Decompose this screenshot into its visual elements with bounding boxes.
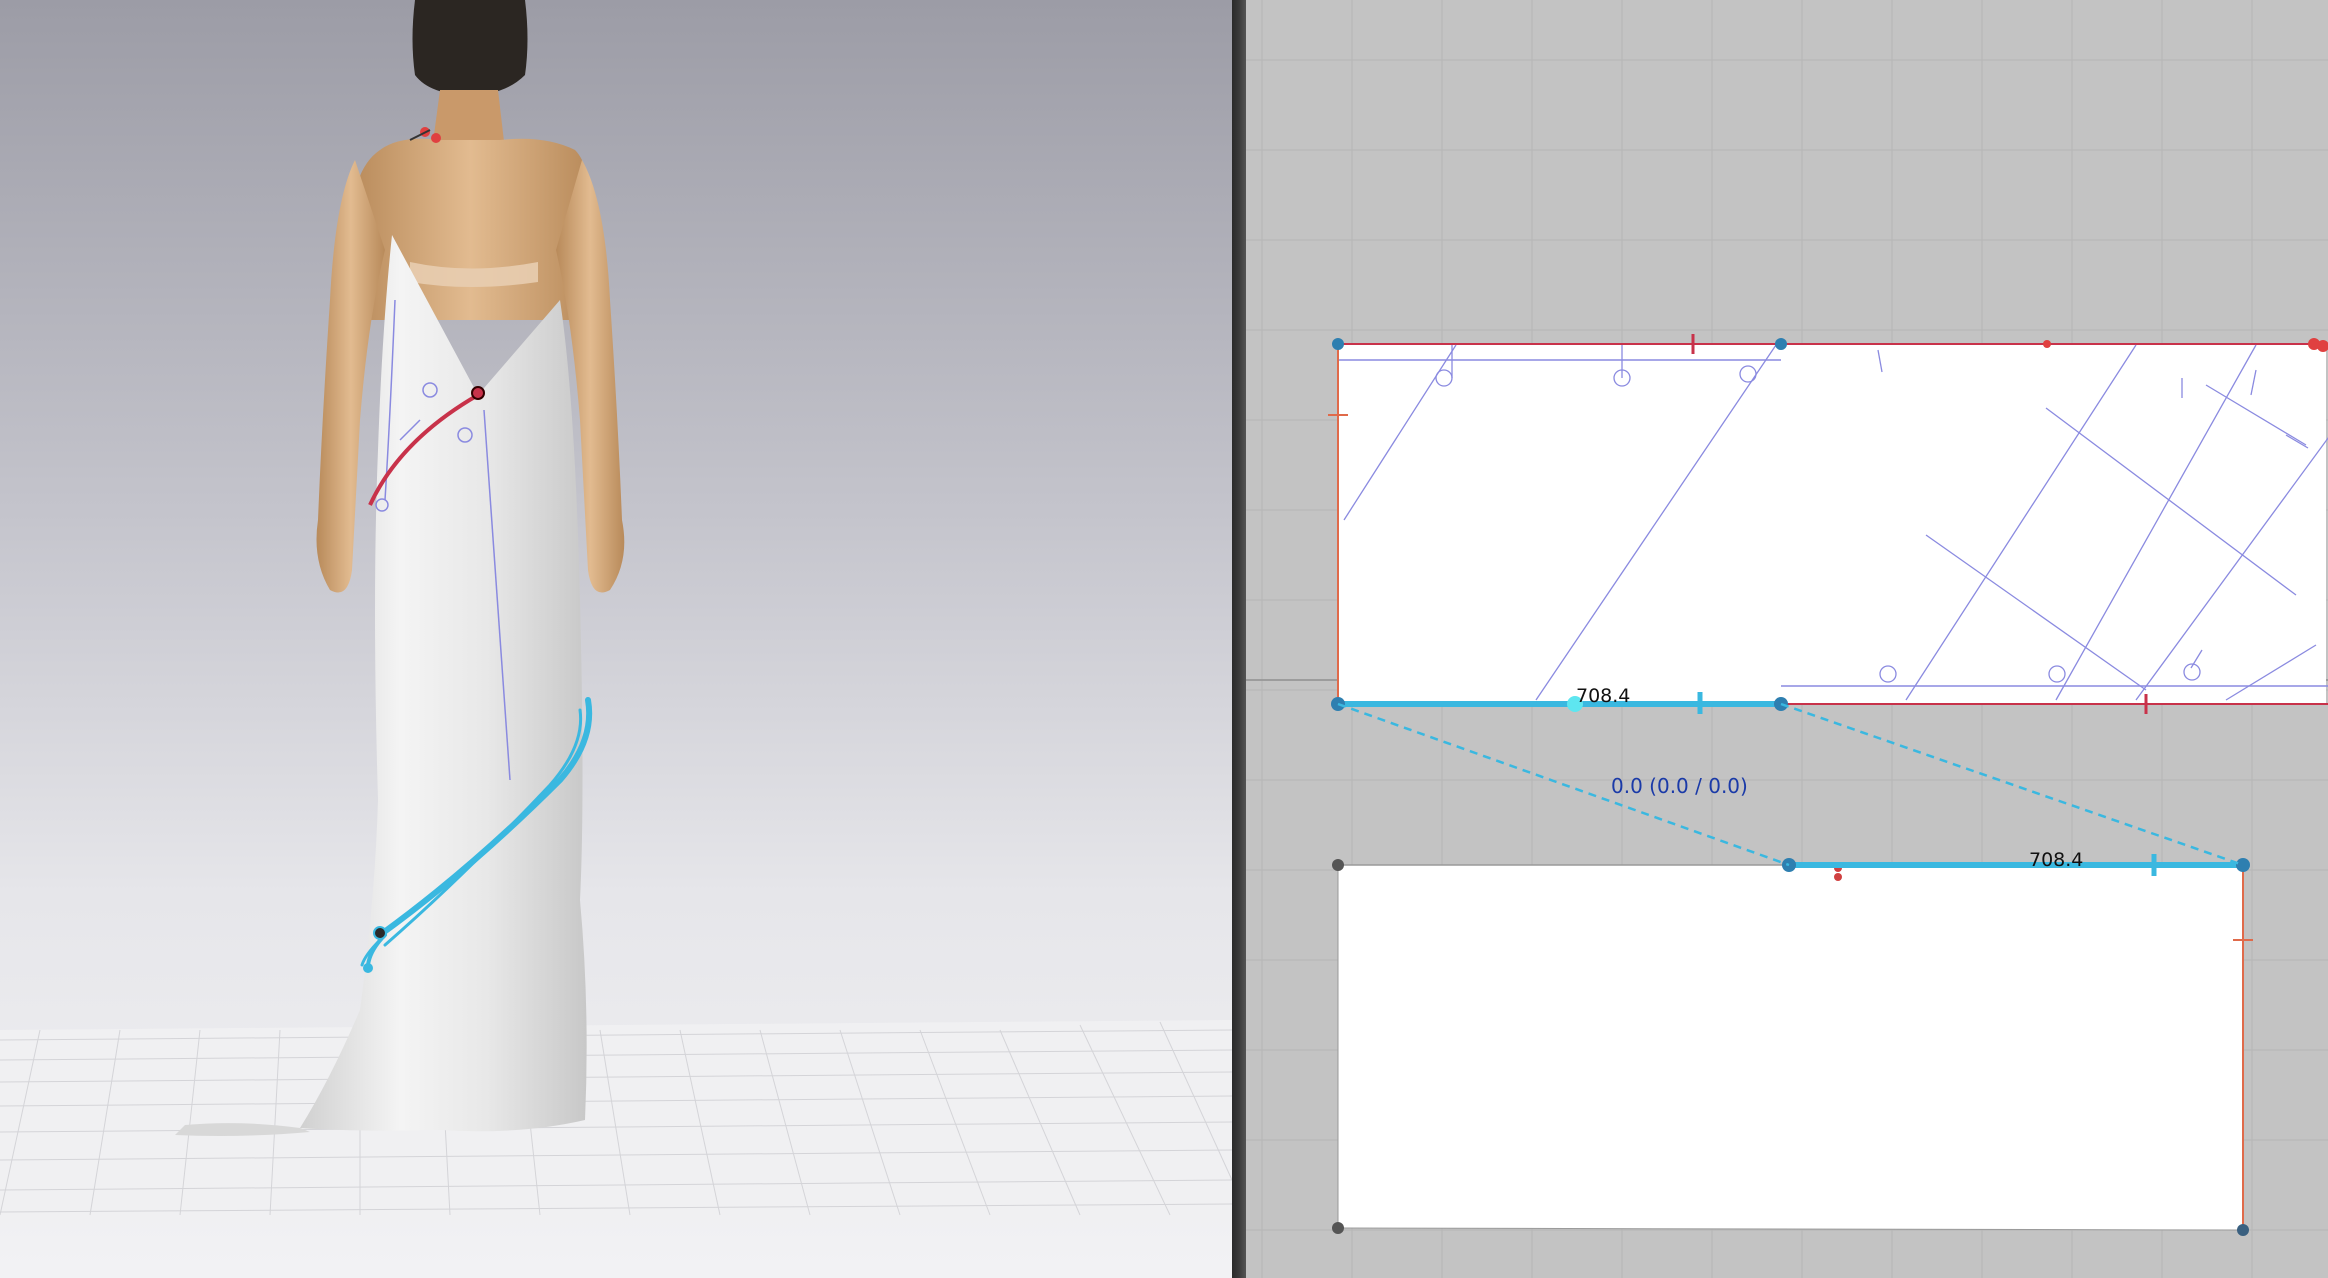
3d-viewport[interactable] (0, 0, 1232, 1278)
upper-segment-length: 708.4 (1576, 685, 1630, 707)
sewing-connector-lines (1337, 702, 2244, 867)
3d-sewing-point[interactable] (373, 926, 387, 940)
sewing-lower-end[interactable] (2236, 858, 2250, 872)
upper-point-tl[interactable] (1332, 338, 1344, 350)
2d-pattern-canvas[interactable]: 708.4 708.4 0.0 (0.0 / 0.0) (1246, 0, 2328, 1278)
upper-point-tm[interactable] (1775, 338, 1787, 350)
avatar-hair (412, 0, 528, 95)
seam-point[interactable] (471, 386, 485, 400)
floor-grid (0, 1020, 1232, 1216)
sewing-difference-label: 0.0 (0.0 / 0.0) (1611, 774, 1748, 798)
lower-segment-length: 708.4 (2029, 849, 2083, 871)
viewport-divider[interactable] (1232, 0, 1246, 1278)
lower-point-bl[interactable] (1332, 1222, 1344, 1234)
lower-point-tl[interactable] (1332, 859, 1344, 871)
avatar-torso (350, 138, 591, 320)
pattern-piece-lower[interactable] (1332, 859, 2253, 1236)
pattern-piece-upper[interactable] (1328, 334, 2328, 714)
lower-point-br[interactable] (2237, 1224, 2249, 1236)
3d-scene[interactable] (0, 0, 1232, 1278)
avatar-left-arm (316, 160, 385, 593)
2d-pattern-viewport[interactable]: 708.4 708.4 0.0 (0.0 / 0.0) (1246, 0, 2328, 1278)
